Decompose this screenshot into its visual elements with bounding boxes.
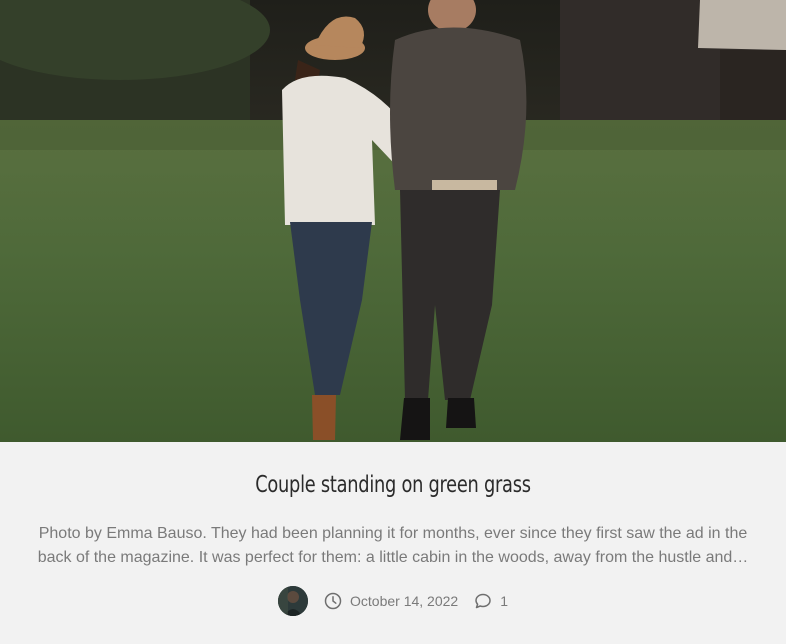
- post-excerpt: Photo by Emma Bauso. They had been plann…: [34, 522, 752, 570]
- post-meta: October 14, 2022 1: [0, 586, 786, 616]
- post-date-text: October 14, 2022: [350, 593, 459, 609]
- speech-bubble-icon: [475, 593, 491, 609]
- post-comments-link[interactable]: 1: [474, 592, 508, 610]
- author-avatar[interactable]: [278, 586, 308, 616]
- post-date[interactable]: October 14, 2022: [324, 592, 458, 610]
- post-title[interactable]: Couple standing on green grass: [55, 472, 731, 498]
- post-card: Couple standing on green grass Photo by …: [0, 0, 786, 644]
- post-excerpt-line: back of the magazine. It was perfect for…: [37, 549, 749, 566]
- clock-icon: [324, 592, 342, 610]
- comment-count: 1: [500, 593, 508, 609]
- post-featured-image[interactable]: [0, 0, 786, 442]
- post-excerpt-line: Photo by Emma Bauso. They had been plann…: [38, 525, 748, 542]
